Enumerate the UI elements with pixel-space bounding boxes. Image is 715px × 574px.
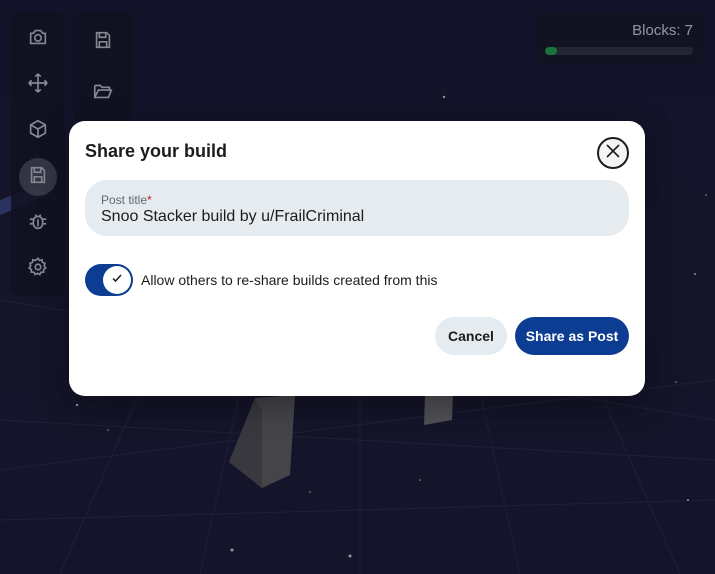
dialog-title: Share your build [85, 141, 228, 161]
post-title-field[interactable]: Post title* [85, 180, 629, 236]
post-title-label: Post title* [101, 193, 152, 207]
post-title-input[interactable] [101, 208, 611, 226]
check-icon [111, 271, 123, 289]
share-as-post-button[interactable]: Share as Post [515, 317, 629, 355]
close-icon [605, 143, 621, 164]
close-button[interactable] [597, 137, 629, 169]
required-marker: * [147, 193, 152, 207]
cancel-button[interactable]: Cancel [435, 317, 507, 355]
reshare-toggle-label: Allow others to re-share builds created … [141, 272, 438, 288]
reshare-toggle[interactable] [85, 264, 133, 296]
share-dialog: Share your build Post title* Allow other… [69, 121, 645, 396]
toggle-knob [103, 266, 131, 294]
